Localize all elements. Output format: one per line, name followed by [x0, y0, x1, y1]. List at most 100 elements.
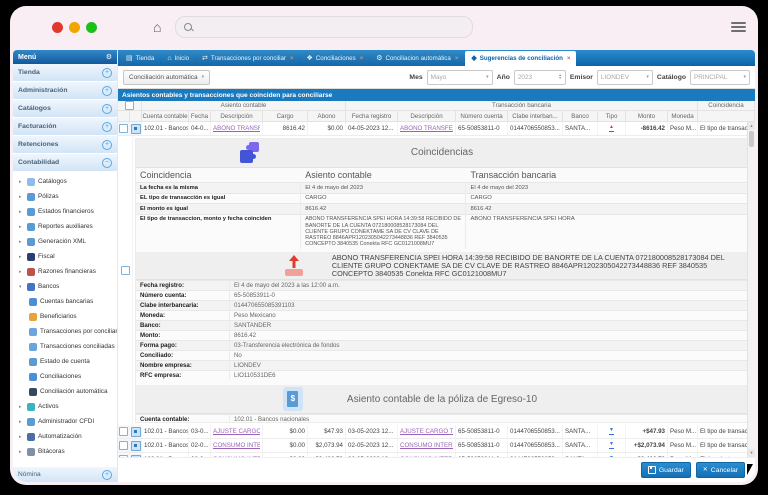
detail-checkbox[interactable]: [121, 266, 130, 275]
expand-plus-icon[interactable]: +: [102, 86, 112, 96]
maximize-window-button[interactable]: [86, 22, 97, 33]
row-checkbox[interactable]: [119, 441, 128, 450]
detail-panel: Coincidencias Coincidencia Asiento conta…: [135, 138, 749, 423]
tree-item-activos[interactable]: ▸ Activos: [13, 399, 117, 414]
collapse-minus-icon[interactable]: −: [102, 158, 112, 168]
tab-conciliaciones[interactable]: ❖ Conciliaciones ×: [301, 51, 370, 66]
tab-transacciones-por-conciliar[interactable]: ⇄ Transacciones por conciliar ×: [196, 51, 299, 66]
close-tab-icon[interactable]: ×: [567, 56, 571, 62]
cancel-x-icon: ✕: [703, 467, 708, 473]
scroll-down-icon[interactable]: ▼: [748, 449, 755, 457]
tree-item-reportes-auxiliares[interactable]: ▸ Reportes auxiliares: [13, 219, 117, 234]
vertical-scrollbar[interactable]: ▲ ▼: [747, 122, 755, 457]
menu-hamburger-icon[interactable]: [731, 22, 746, 33]
row-expander-icon[interactable]: [131, 427, 141, 437]
tree-item-conciliacion-automatica[interactable]: Conciliación automática: [13, 384, 117, 399]
tree-item-catalogos[interactable]: ▸ Catálogos: [13, 174, 117, 189]
row-checkbox[interactable]: [119, 427, 128, 436]
address-search-bar[interactable]: [175, 16, 473, 38]
table-row[interactable]: 102.01 - Bancos... 06-0... CONSUMO INTER…: [118, 453, 755, 457]
close-tab-icon[interactable]: ×: [360, 56, 364, 62]
conciliacion-automatica-dropdown[interactable]: Conciliación automática ▾: [123, 70, 210, 85]
table-row[interactable]: 102.01 - Bancos... 04-0... ABONO TRANSFE…: [118, 122, 755, 136]
minimize-window-button[interactable]: [69, 22, 80, 33]
bank-icon: [27, 283, 35, 291]
ano-stepper[interactable]: 2023 ▲▼: [514, 70, 566, 85]
row-expander-icon[interactable]: [131, 455, 141, 458]
tree-item-beneficiarios[interactable]: Beneficiarios: [13, 309, 117, 324]
tree-item-razones-financieras[interactable]: ▸ Razones financieras: [13, 264, 117, 279]
descripcion-banco-link[interactable]: ABONO TRANSFEREN...: [400, 125, 453, 132]
close-window-button[interactable]: [52, 22, 63, 33]
descripcion-banco-link[interactable]: CONSUMO INTERNAC...: [400, 456, 453, 457]
descripcion-banco-link[interactable]: CONSUMO INTERNAC...: [400, 442, 453, 449]
mes-label: Mes: [409, 74, 422, 81]
accounting-entry-title: Asiento contable de la póliza de Egreso-…: [136, 394, 748, 405]
bank-transaction-band: ABONO TRANSFERENCIA SPEI HORA 14:39:58 R…: [136, 252, 748, 280]
table-group-header: Asiento contable Transacción bancaria Co…: [118, 101, 755, 111]
close-tab-icon[interactable]: ×: [290, 56, 294, 62]
sidebar-item-retenciones[interactable]: Retenciones +: [13, 136, 117, 154]
tree-item-transacciones-por-conciliar[interactable]: Transacciones por conciliar: [13, 324, 117, 339]
row-checkbox[interactable]: [119, 124, 128, 133]
sidebar-header: Menú ⚙: [13, 50, 117, 64]
tree-item-bancos[interactable]: ▾ Bancos: [13, 279, 117, 294]
table-row[interactable]: 102.01 - Bancos... 02-0... CONSUMO INTER…: [118, 439, 755, 453]
sidebar-item-contabilidad[interactable]: Contabilidad −: [13, 154, 117, 172]
descripcion-link[interactable]: CONSUMO INTERNAC...: [213, 456, 260, 457]
tree-item-bitacoras[interactable]: ▸ Bitácoras: [13, 444, 117, 459]
sidebar-item-tienda[interactable]: Tienda +: [13, 64, 117, 82]
tab-sugerencias-de-conciliacion[interactable]: ◆ Sugerencias de conciliación ×: [465, 51, 576, 66]
mes-select[interactable]: Mayo ▾: [427, 70, 493, 85]
expand-plus-icon[interactable]: +: [102, 470, 112, 480]
row-expander-icon[interactable]: [131, 124, 141, 134]
table-row[interactable]: 102.01 - Bancos... 03-0... AJUSTE CARGO …: [118, 425, 755, 439]
row-expander-icon[interactable]: [131, 441, 141, 451]
tab-conciliacion-automatica[interactable]: ⚙ Conciliacion automática ×: [370, 51, 464, 66]
xml-icon: [27, 238, 35, 246]
sidebar-item-facturacion[interactable]: Facturación +: [13, 118, 117, 136]
tree-item-estado-de-cuenta[interactable]: Estado de cuenta: [13, 354, 117, 369]
tree-item-conciliaciones[interactable]: Conciliaciones: [13, 369, 117, 384]
select-all-checkbox[interactable]: [125, 101, 134, 110]
section-title: Asientos contables y transacciones que c…: [118, 89, 755, 101]
tree-item-fiscal[interactable]: ▸ Fiscal: [13, 249, 117, 264]
expand-plus-icon[interactable]: +: [102, 140, 112, 150]
tree-item-polizas[interactable]: ▸ Pólizas: [13, 189, 117, 204]
descripcion-banco-link[interactable]: AJUSTE CARGO TER...: [400, 428, 453, 435]
expand-plus-icon[interactable]: +: [102, 68, 112, 78]
tree-item-automatizacion[interactable]: ▸ Automatización: [13, 429, 117, 444]
tree-item-transacciones-conciliadas[interactable]: Transacciones conciliadas: [13, 339, 117, 354]
spinner-icons[interactable]: ▲▼: [558, 74, 561, 81]
expand-plus-icon[interactable]: +: [102, 104, 112, 114]
gear-icon[interactable]: ⚙: [106, 53, 112, 61]
tree-item-cuentas-bancarias[interactable]: Cuentas bancarias: [13, 294, 117, 309]
reconcile-icon: ❖: [307, 55, 313, 62]
sidebar-item-administracion[interactable]: Administración +: [13, 82, 117, 100]
close-tab-icon[interactable]: ×: [455, 56, 459, 62]
save-button[interactable]: Guardar: [641, 462, 691, 478]
ano-label: Año: [497, 74, 510, 81]
scroll-up-icon[interactable]: ▲: [748, 122, 755, 130]
automation-icon: [27, 433, 35, 441]
descripcion-link[interactable]: AJUSTE CARGO TER...: [213, 428, 260, 435]
abono-type-icon: ▼: [609, 456, 614, 457]
expand-plus-icon[interactable]: +: [102, 122, 112, 132]
sidebar-item-catalogos[interactable]: Catálogos +: [13, 100, 117, 118]
emisor-select[interactable]: LIONDEV ▾: [597, 70, 653, 85]
tab-inicio[interactable]: ⌂ Inicio: [161, 51, 195, 66]
tab-tienda[interactable]: ▤ Tienda: [120, 51, 160, 66]
document-icon: [27, 208, 35, 216]
cancel-button[interactable]: ✕ Cancelar: [696, 462, 745, 478]
tree-item-administrador-cfdi[interactable]: ▸ Administrador CFDI: [13, 414, 117, 429]
emisor-label: Emisor: [570, 74, 593, 81]
descripcion-link[interactable]: CONSUMO INTERNAC...: [213, 442, 260, 449]
row-checkbox[interactable]: [119, 455, 128, 457]
tree-item-generacion-xml[interactable]: ▸ Generación XML: [13, 234, 117, 249]
descripcion-link[interactable]: ABONO TRANSFEREN...: [213, 125, 260, 132]
sidebar-item-nomina[interactable]: Nómina +: [13, 467, 117, 482]
scrollbar-thumb[interactable]: [749, 131, 754, 147]
catalogo-select[interactable]: PRINCIPAL ▾: [690, 70, 750, 85]
tree-item-estados-financieros[interactable]: ▸ Estados financieros: [13, 204, 117, 219]
home-icon[interactable]: ⌂: [153, 20, 161, 34]
